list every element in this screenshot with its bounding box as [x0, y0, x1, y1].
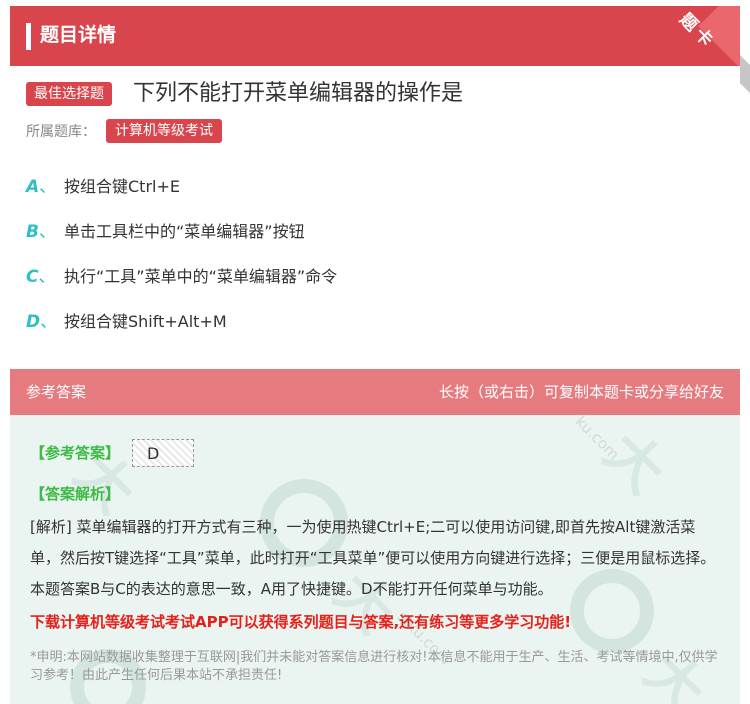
- option-letter: A: [26, 173, 64, 201]
- option-letter: C: [26, 263, 64, 291]
- option-letter: D: [26, 308, 64, 336]
- option-text: 按组合键Shift+Alt+M: [64, 312, 227, 331]
- answer-card[interactable]: 大 大 大 大 ku.com stku.com 参考答案 长按（或右击）可复制本…: [10, 369, 740, 704]
- question-bank-label: 所属题库：: [26, 124, 96, 140]
- option-text: 单击工具栏中的“菜单编辑器”按钮: [64, 222, 305, 241]
- app-promo-link[interactable]: 下载计算机等级考试考试APP可以获得系列题目与答案,还有练习等更多学习功能!: [30, 611, 730, 633]
- question-bank-tag[interactable]: 计算机等级考试: [106, 119, 222, 143]
- option-text: 执行“工具”菜单中的“菜单编辑器”命令: [64, 267, 338, 286]
- question-type-badge: 最佳选择题: [26, 82, 112, 106]
- question-title: 下列不能打开菜单编辑器的操作是: [133, 81, 464, 106]
- answer-label: 【参考答案】: [30, 444, 121, 462]
- explanation-text: [解析] 菜单编辑器的打开方式有三种，一为使用热键Ctrl+E;二可以使用访问键…: [30, 518, 716, 598]
- header-banner: 题目详情: [10, 6, 740, 66]
- header-accent-bar: [26, 23, 31, 50]
- share-hint: 长按（或右击）可复制本题卡或分享给好友: [438, 383, 724, 401]
- option-b[interactable]: B单击工具栏中的“菜单编辑器”按钮: [26, 218, 305, 246]
- disclaimer-text: *申明:本网站数据收集整理于互联网|我们并未能对答案信息进行核对!本信息不能用于…: [30, 650, 718, 683]
- watermark-glyph: 大: [591, 420, 678, 506]
- answer-header: 参考答案 长按（或右击）可复制本题卡或分享给好友: [10, 369, 740, 415]
- option-c[interactable]: C执行“工具”菜单中的“菜单编辑器”命令: [26, 263, 337, 291]
- option-letter: B: [26, 218, 64, 246]
- watermark-url: ku.com: [571, 412, 623, 464]
- answer-header-title: 参考答案: [26, 383, 87, 401]
- page-title: 题目详情: [40, 24, 117, 46]
- corner-ribbon-fold: [740, 55, 750, 93]
- option-a[interactable]: A按组合键Ctrl+E: [26, 173, 180, 201]
- explanation-label: 【答案解析】: [30, 485, 121, 503]
- option-text: 按组合键Ctrl+E: [64, 177, 180, 196]
- option-d[interactable]: D按组合键Shift+Alt+M: [26, 308, 227, 336]
- answer-value: D: [132, 439, 194, 467]
